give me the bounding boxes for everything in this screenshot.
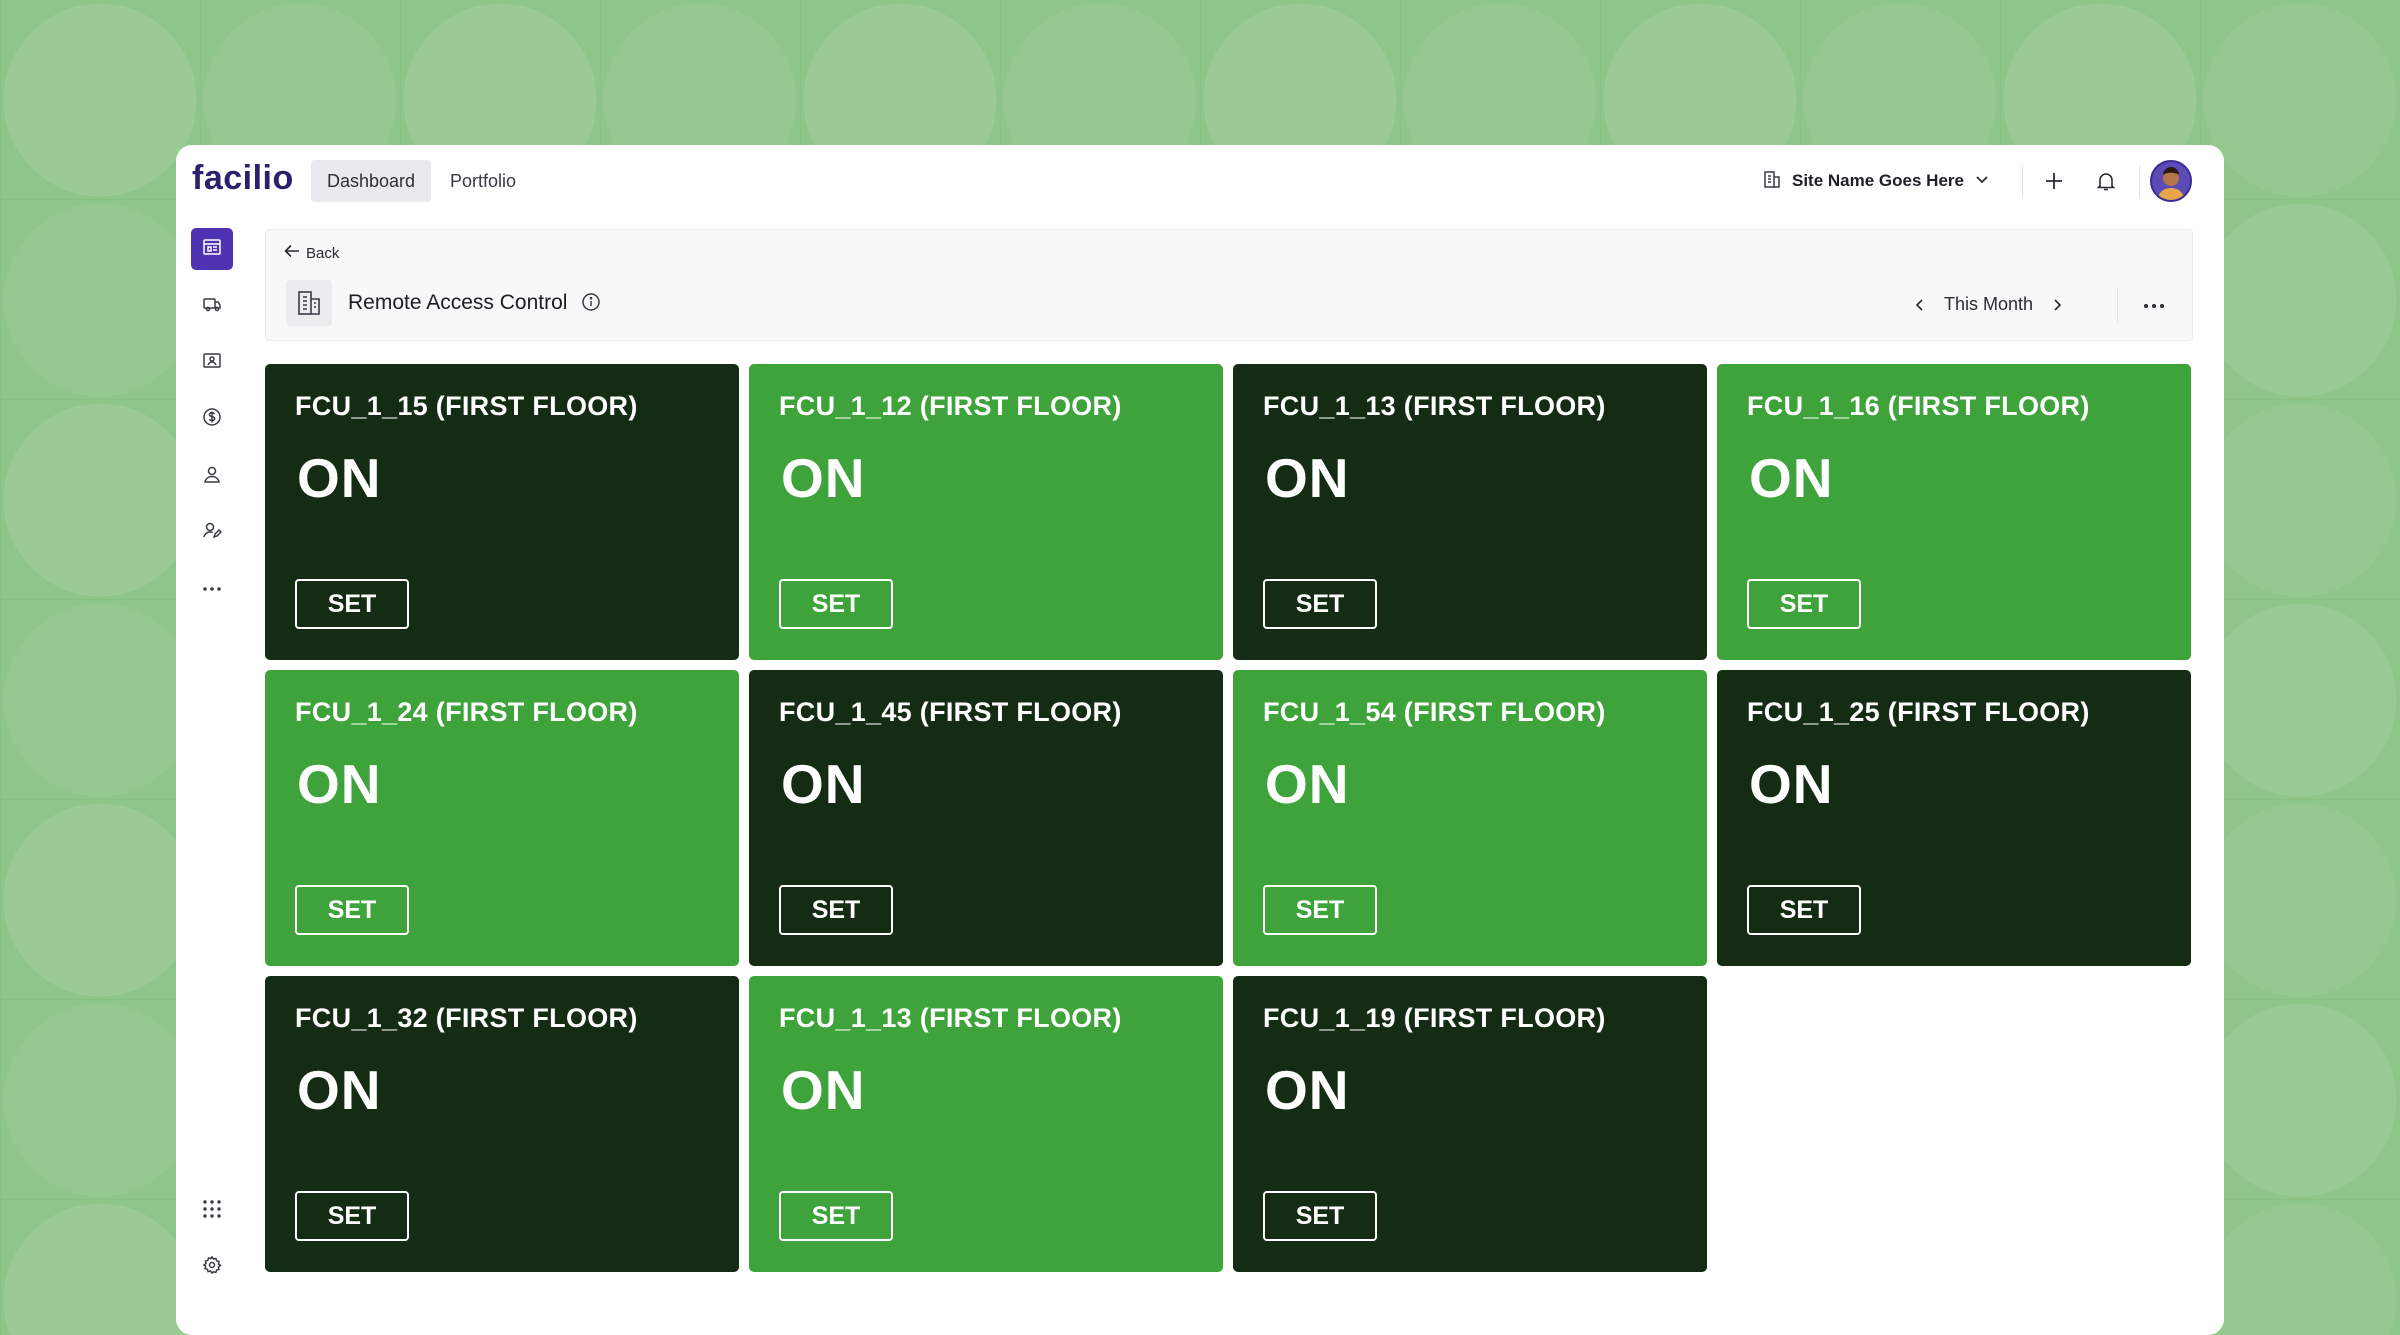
card-title: FCU_1_13 (FIRST FLOOR): [779, 1003, 1122, 1033]
set-button[interactable]: SET: [779, 1191, 893, 1241]
set-button[interactable]: SET: [1747, 885, 1861, 935]
card-status: ON: [1749, 753, 1834, 815]
control-card: FCU_1_13 (FIRST FLOOR) ON SET: [749, 976, 1223, 1272]
divider: [2139, 165, 2140, 197]
card-status: ON: [297, 447, 382, 509]
control-card: FCU_1_19 (FIRST FLOOR) ON SET: [1233, 976, 1707, 1272]
card-title: FCU_1_45 (FIRST FLOOR): [779, 697, 1122, 727]
card-status: ON: [781, 753, 866, 815]
apps-grid-icon: [202, 1199, 222, 1224]
card-title: FCU_1_24 (FIRST FLOOR): [295, 697, 638, 727]
set-button[interactable]: SET: [1263, 579, 1377, 629]
set-button[interactable]: SET: [1747, 579, 1861, 629]
control-card: FCU_1_32 (FIRST FLOOR) ON SET: [265, 976, 739, 1272]
card-title: FCU_1_16 (FIRST FLOOR): [1747, 391, 2090, 421]
control-card: FCU_1_54 (FIRST FLOOR) ON SET: [1233, 670, 1707, 966]
sidebar-item-visitors[interactable]: [191, 342, 233, 384]
card-title: FCU_1_13 (FIRST FLOOR): [1263, 391, 1606, 421]
control-card: FCU_1_13 (FIRST FLOOR) ON SET: [1233, 364, 1707, 660]
logo[interactable]: facilio: [192, 159, 294, 198]
chevron-down-icon: [1974, 171, 1990, 192]
set-button[interactable]: SET: [1263, 1191, 1377, 1241]
arrow-left-icon: [284, 244, 300, 262]
dollar-icon: [202, 407, 222, 432]
sidebar-item-users[interactable]: [191, 511, 233, 553]
more-horizontal-icon: [2143, 296, 2165, 314]
set-button[interactable]: SET: [779, 885, 893, 935]
set-button[interactable]: SET: [779, 579, 893, 629]
control-card: FCU_1_24 (FIRST FLOOR) ON SET: [265, 670, 739, 966]
card-status: ON: [1265, 1059, 1350, 1121]
divider: [2022, 165, 2023, 197]
page-title: Remote Access Control: [348, 291, 568, 314]
truck-icon: [202, 295, 222, 318]
divider: [2117, 288, 2118, 322]
chevron-right-icon[interactable]: [2051, 298, 2063, 312]
bell-icon[interactable]: [2088, 163, 2124, 199]
sidebar-item-settings[interactable]: [191, 1246, 233, 1288]
sidebar-item-dashboard[interactable]: [191, 228, 233, 270]
card-status: ON: [781, 1059, 866, 1121]
app-window: facilio Dashboard Portfolio Site Name Go…: [176, 145, 2224, 1335]
control-card: FCU_1_25 (FIRST FLOOR) ON SET: [1717, 670, 2191, 966]
control-card-grid: FCU_1_15 (FIRST FLOOR) ON SET FCU_1_12 (…: [265, 364, 2193, 1272]
set-button[interactable]: SET: [295, 1191, 409, 1241]
tab-portfolio[interactable]: Portfolio: [434, 160, 532, 202]
card-status: ON: [1265, 447, 1350, 509]
avatar[interactable]: [2150, 160, 2192, 202]
card-status: ON: [1265, 753, 1350, 815]
card-status: ON: [781, 447, 866, 509]
settings-icon: [202, 1255, 222, 1280]
set-button[interactable]: SET: [295, 885, 409, 935]
period-selector: This Month: [1914, 294, 2063, 315]
control-card: FCU_1_45 (FIRST FLOOR) ON SET: [749, 670, 1223, 966]
building-icon: [1762, 169, 1782, 194]
period-label[interactable]: This Month: [1944, 294, 2033, 315]
site-selector[interactable]: Site Name Goes Here: [1762, 165, 1990, 197]
chevron-left-icon[interactable]: [1914, 298, 1926, 312]
page-header: Back Remote Access Control This Month: [265, 229, 2193, 341]
set-button[interactable]: SET: [295, 579, 409, 629]
card-status: ON: [1749, 447, 1834, 509]
user-icon: [202, 464, 222, 489]
more-options-button[interactable]: [2136, 290, 2172, 320]
more-horizontal-icon: [202, 579, 222, 597]
card-title: FCU_1_54 (FIRST FLOOR): [1263, 697, 1606, 727]
sidebar-item-finance[interactable]: [191, 398, 233, 440]
control-card: FCU_1_16 (FIRST FLOOR) ON SET: [1717, 364, 2191, 660]
top-bar: facilio Dashboard Portfolio Site Name Go…: [176, 145, 2224, 217]
sidebar-item-people[interactable]: [191, 455, 233, 497]
building-icon: [286, 280, 332, 326]
card-title: FCU_1_12 (FIRST FLOOR): [779, 391, 1122, 421]
control-card: FCU_1_12 (FIRST FLOOR) ON SET: [749, 364, 1223, 660]
tab-dashboard[interactable]: Dashboard: [311, 160, 432, 202]
dashboard-icon: [202, 237, 222, 262]
sidebar-item-more[interactable]: [191, 567, 233, 609]
control-card: FCU_1_15 (FIRST FLOOR) ON SET: [265, 364, 739, 660]
card-title: FCU_1_25 (FIRST FLOOR): [1747, 697, 2090, 727]
card-title: FCU_1_32 (FIRST FLOOR): [295, 1003, 638, 1033]
sidebar-item-apps[interactable]: [191, 1190, 233, 1232]
info-icon[interactable]: [580, 291, 602, 313]
card-title: FCU_1_15 (FIRST FLOOR): [295, 391, 638, 421]
back-button[interactable]: Back: [284, 244, 339, 262]
card-status: ON: [297, 753, 382, 815]
site-name: Site Name Goes Here: [1792, 171, 1964, 190]
sidebar-item-assets[interactable]: [191, 285, 233, 327]
add-icon[interactable]: [2036, 163, 2072, 199]
back-label: Back: [306, 244, 340, 262]
card-status: ON: [297, 1059, 382, 1121]
set-button[interactable]: SET: [1263, 885, 1377, 935]
user-edit-icon: [202, 520, 223, 545]
monitor-person-icon: [202, 352, 222, 375]
card-title: FCU_1_19 (FIRST FLOOR): [1263, 1003, 1606, 1033]
